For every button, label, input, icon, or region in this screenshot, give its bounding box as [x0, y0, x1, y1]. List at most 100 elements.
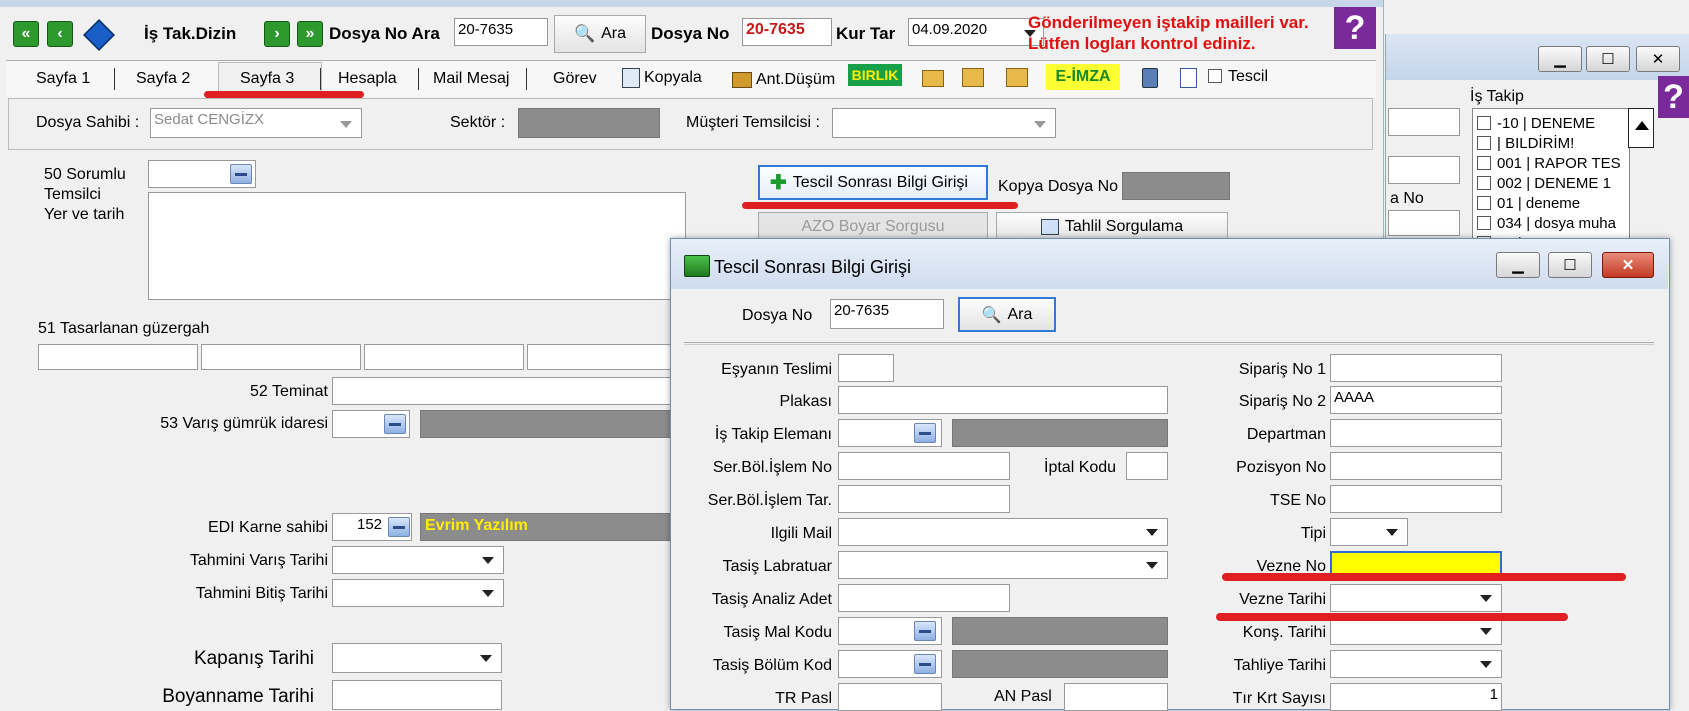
departman-input[interactable] [1330, 419, 1502, 447]
dialog-dosya-no-input[interactable]: 20-7635 [830, 299, 944, 329]
kapanis-tarihi-arrow[interactable] [480, 655, 492, 662]
tab-gorev[interactable]: Görev [553, 70, 597, 88]
help-icon-right[interactable]: ? [1658, 76, 1689, 118]
first-record-button[interactable]: « [13, 21, 39, 47]
device-icon[interactable] [1142, 68, 1158, 88]
folder-up-icon[interactable] [962, 68, 984, 87]
iptal-kodu-input[interactable] [1126, 452, 1168, 480]
is-takip-list-item[interactable]: 01 | deneme [1477, 193, 1580, 213]
bg-minimize-button[interactable]: ▁ [1538, 46, 1582, 72]
folder-forward-icon[interactable] [1006, 68, 1028, 87]
esyanin-teslimi-input[interactable] [838, 354, 894, 382]
siparis-no-1-input[interactable] [1330, 354, 1502, 382]
folder-open-icon[interactable] [922, 70, 944, 87]
is-takip-list-checkbox[interactable] [1477, 156, 1491, 170]
varis-gumruk-lookup-button[interactable] [384, 414, 406, 434]
tahmini-varis-date[interactable] [332, 546, 504, 574]
tir-krt-sayisi-input[interactable]: 1 [1330, 683, 1502, 711]
teminat-input[interactable] [332, 377, 677, 405]
list-scroll-up-button[interactable] [1628, 108, 1654, 148]
tahmini-bitis-date[interactable] [332, 579, 504, 607]
boyanname-tarihi-date[interactable] [332, 680, 502, 710]
tasis-labratuar-dropdown[interactable] [838, 551, 1168, 579]
vezne-tarihi-arrow[interactable] [1480, 595, 1492, 602]
bg-field-3[interactable] [1388, 210, 1460, 236]
yer-ve-tarih-textarea[interactable] [148, 192, 686, 300]
kons-tarihi-date[interactable] [1330, 617, 1502, 645]
magnifier-icon: 🔍 [573, 24, 596, 43]
is-takip-list-checkbox[interactable] [1477, 216, 1491, 230]
ilgili-mail-dropdown[interactable] [838, 518, 1168, 546]
tescil-checkbox[interactable] [1208, 69, 1222, 83]
tipi-arrow[interactable] [1386, 529, 1398, 536]
ser-bol-islem-tar-input[interactable] [838, 485, 1010, 513]
guzergah-input-2[interactable] [201, 344, 361, 370]
prev-record-button[interactable]: ‹ [47, 21, 73, 47]
dosya-sahibi-dropdown-arrow[interactable] [340, 121, 352, 128]
is-takip-list-item[interactable]: -10 | DENEME [1477, 113, 1595, 133]
preview-icon[interactable] [1180, 68, 1197, 88]
is-takip-list-checkbox[interactable] [1477, 176, 1491, 190]
bg-field-2[interactable] [1388, 156, 1460, 184]
tab-sayfa-1[interactable]: Sayfa 1 [36, 70, 90, 88]
tasis-analiz-adet-input[interactable] [838, 584, 1010, 612]
guzergah-input-3[interactable] [364, 344, 524, 370]
is-takip-dizin-button[interactable]: İş Tak.Dizin [144, 24, 236, 44]
tasis-labratuar-arrow[interactable] [1146, 562, 1158, 569]
dialog-ara-button[interactable]: 🔍 Ara [958, 297, 1056, 332]
tescil-sonrasi-bilgi-button[interactable]: ✚ Tescil Sonrası Bilgi Girişi [758, 165, 988, 200]
ant-dusum-button[interactable]: Ant.Düşüm [732, 68, 835, 92]
help-icon[interactable]: ? [1334, 7, 1376, 49]
bg-field-1[interactable] [1388, 108, 1460, 136]
dosya-no-display[interactable]: 20-7635 [742, 18, 832, 46]
is-takip-list-checkbox[interactable] [1477, 136, 1491, 150]
an-pasl-input[interactable] [1064, 683, 1168, 711]
e-imza-button[interactable]: E-İMZA [1046, 64, 1120, 90]
last-record-button[interactable]: » [297, 21, 323, 47]
is-takip-list-item[interactable]: 001 | RAPOR TES [1477, 153, 1621, 173]
is-takip-list-checkbox[interactable] [1477, 196, 1491, 210]
kons-tarihi-arrow[interactable] [1480, 628, 1492, 635]
tahliye-tarihi-arrow[interactable] [1480, 661, 1492, 668]
musteri-dropdown-arrow[interactable] [1034, 121, 1046, 128]
tasis-mal-kodu-lookup-button[interactable] [914, 621, 936, 641]
tab-hesapla[interactable]: Hesapla [338, 70, 397, 88]
dialog-maximize-button[interactable]: ☐ [1548, 252, 1592, 278]
dosya-no-ara-input[interactable]: 20-7635 [454, 18, 548, 46]
ara-search-button[interactable]: 🔍 Ara [554, 15, 646, 53]
guzergah-input-1[interactable] [38, 344, 198, 370]
tr-pasl-input[interactable] [838, 683, 942, 711]
dialog-close-button[interactable]: ✕ [1602, 252, 1654, 278]
dosya-sahibi-dropdown[interactable]: Sedat CENGİZX [150, 108, 362, 138]
plakasi-input[interactable] [838, 386, 1168, 414]
ilgili-mail-arrow[interactable] [1146, 529, 1158, 536]
tahliye-tarihi-date[interactable] [1330, 650, 1502, 678]
bg-close-button[interactable]: ✕ [1636, 46, 1680, 72]
next-record-button[interactable]: › [264, 21, 290, 47]
bg-maximize-button[interactable]: ☐ [1586, 46, 1630, 72]
siparis-no-2-input[interactable]: AAAA [1330, 386, 1502, 414]
birlik-button[interactable]: BIRLIK [848, 64, 902, 86]
is-takip-list-item[interactable]: | BILDİRİM! [1477, 133, 1574, 153]
edi-karne-lookup-button[interactable] [388, 517, 410, 537]
sorumlu-lookup-button[interactable] [230, 164, 252, 184]
pozisyon-no-input[interactable] [1330, 452, 1502, 480]
tahmini-bitis-arrow[interactable] [482, 590, 494, 597]
kopyala-button[interactable]: Kopyala [622, 66, 702, 90]
is-takip-list[interactable]: -10 | DENEME | BILDİRİM! 001 | RAPOR TES 0… [1472, 108, 1630, 240]
tasis-bolum-kod-lookup-button[interactable] [914, 654, 936, 674]
tahmini-varis-arrow[interactable] [482, 557, 494, 564]
tab-sayfa-2[interactable]: Sayfa 2 [136, 70, 190, 88]
musteri-temsilcisi-dropdown[interactable] [832, 108, 1056, 138]
is-takip-list-item[interactable]: 034 | dosya muha [1477, 213, 1616, 233]
tab-mail-mesaj[interactable]: Mail Mesaj [433, 70, 509, 88]
vezne-tarihi-date[interactable] [1330, 584, 1502, 612]
ser-bol-islem-no-input[interactable] [838, 452, 1010, 480]
kapanis-tarihi-date[interactable] [332, 643, 502, 673]
tab-sayfa-3[interactable]: Sayfa 3 [240, 70, 294, 88]
is-takip-list-checkbox[interactable] [1477, 116, 1491, 130]
is-takip-elemani-lookup-button[interactable] [914, 423, 936, 443]
dialog-minimize-button[interactable]: ▁ [1496, 252, 1540, 278]
tse-no-input[interactable] [1330, 485, 1502, 513]
is-takip-list-item[interactable]: 002 | DENEME 1 [1477, 173, 1611, 193]
